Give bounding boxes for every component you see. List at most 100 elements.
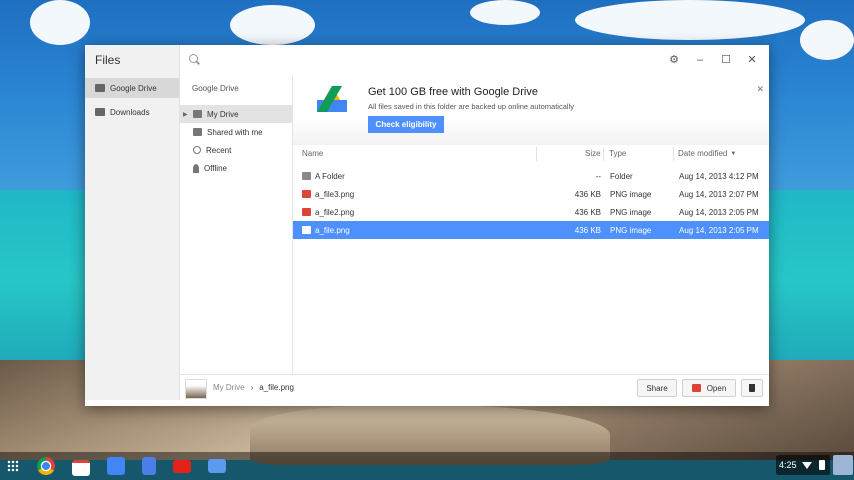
sort-descending-icon: ▼ <box>730 150 737 157</box>
youtube-icon[interactable] <box>173 460 191 473</box>
drive-welcome-banner: Get 100 GB free with Google Drive All fi… <box>293 75 769 145</box>
google-search-icon[interactable] <box>107 457 125 475</box>
minimize-icon[interactable]: – <box>692 52 708 68</box>
chrome-icon[interactable] <box>37 457 55 475</box>
image-icon <box>302 208 311 216</box>
file-list-pane: Get 100 GB free with Google Drive All fi… <box>293 75 769 374</box>
volume-sidebar: Files Google Drive Downloads <box>85 45 180 400</box>
shelf <box>0 452 854 480</box>
file-size: 436 KB <box>574 189 601 199</box>
tree-item-my-drive[interactable]: ▶ My Drive <box>180 105 292 123</box>
wallpaper-cloud <box>470 0 540 25</box>
banner-subtitle: All files saved in this folder are backe… <box>368 102 574 111</box>
file-type: PNG image <box>610 207 652 217</box>
app-title: Files <box>95 53 121 67</box>
file-name-cell: A Folder <box>302 167 532 185</box>
tree-item-label: Recent <box>206 145 232 155</box>
column-header-name[interactable]: Name <box>302 145 323 162</box>
wallpaper-cloud <box>800 20 854 60</box>
sidebar-item-label: Google Drive <box>110 83 157 93</box>
column-divider <box>536 147 537 161</box>
sidebar-item-downloads[interactable]: Downloads <box>85 102 179 122</box>
sidebar-item-label: Downloads <box>110 107 150 117</box>
column-header-size[interactable]: Size <box>585 145 601 162</box>
image-icon <box>302 226 311 234</box>
clock: 4:25 <box>779 460 797 470</box>
sidebar-item-google-drive[interactable]: Google Drive <box>85 78 179 98</box>
share-button[interactable]: Share <box>637 379 677 397</box>
banner-title: Get 100 GB free with Google Drive <box>368 86 538 98</box>
file-date: Aug 14, 2013 2:07 PM <box>679 189 759 199</box>
tree-item-label: My Drive <box>207 109 239 119</box>
file-size: 436 KB <box>574 207 601 217</box>
close-icon[interactable]: ✕ <box>756 84 764 95</box>
docs-icon[interactable] <box>142 457 156 475</box>
file-thumbnail <box>185 379 207 399</box>
files-icon[interactable] <box>208 459 226 473</box>
file-type: PNG image <box>610 189 652 199</box>
file-name: a_file.png <box>315 225 350 235</box>
drive-icon <box>193 110 202 118</box>
battery-icon <box>819 460 825 470</box>
avatar[interactable] <box>833 455 853 475</box>
clock-icon <box>193 146 201 154</box>
close-icon[interactable]: ✕ <box>744 52 760 68</box>
search-input[interactable] <box>204 52 508 70</box>
tree-item-offline[interactable]: Offline <box>180 159 292 177</box>
file-size: -- <box>595 171 601 181</box>
search-icon <box>189 54 198 63</box>
status-tray[interactable]: 4:25 <box>776 455 830 475</box>
open-button[interactable]: Open <box>682 379 736 397</box>
chevron-right-icon[interactable]: ▶ <box>183 111 189 118</box>
file-row-selected[interactable]: a_file.png 436 KB PNG image Aug 14, 2013… <box>293 221 769 239</box>
folder-icon <box>302 172 311 180</box>
file-row[interactable]: a_file2.png 436 KB PNG image Aug 14, 201… <box>293 203 769 221</box>
file-type: PNG image <box>610 225 652 235</box>
google-drive-logo-icon <box>317 86 347 112</box>
files-window: Files Google Drive Downloads ⚙ – ☐ ✕ Goo… <box>85 45 769 406</box>
breadcrumb-item[interactable]: a_file.png <box>259 383 294 392</box>
file-type: Folder <box>610 171 633 181</box>
people-icon <box>193 128 202 136</box>
tree-item-label: Offline <box>204 163 227 173</box>
maximize-icon[interactable]: ☐ <box>718 52 734 68</box>
file-size: 436 KB <box>574 225 601 235</box>
column-divider <box>673 147 674 161</box>
gmail-icon[interactable] <box>72 460 90 476</box>
downloads-icon <box>95 108 105 116</box>
image-icon <box>691 384 701 392</box>
tree-header: Google Drive <box>192 84 239 93</box>
gear-icon[interactable]: ⚙ <box>666 52 682 68</box>
column-header-type[interactable]: Type <box>609 145 626 162</box>
bottom-action-bar: My Drive › a_file.png Share Open <box>180 374 769 401</box>
file-name: a_file3.png <box>315 189 355 199</box>
wallpaper-cloud <box>30 0 90 45</box>
tree-item-shared-with-me[interactable]: Shared with me <box>180 123 292 141</box>
check-eligibility-button[interactable]: Check eligibility <box>368 116 444 133</box>
file-row[interactable]: A Folder -- Folder Aug 14, 2013 4:12 PM <box>293 167 769 185</box>
file-name-cell: a_file3.png <box>302 185 532 203</box>
wallpaper-cloud <box>575 0 805 40</box>
file-name: a_file2.png <box>315 207 355 217</box>
column-divider <box>603 147 604 161</box>
breadcrumb-item[interactable]: My Drive <box>213 383 245 392</box>
column-header-label: Date modified <box>678 149 728 158</box>
file-date: Aug 14, 2013 4:12 PM <box>679 171 759 181</box>
file-name-cell: a_file.png <box>302 221 532 239</box>
file-name-cell: a_file2.png <box>302 203 532 221</box>
file-row[interactable]: a_file3.png 436 KB PNG image Aug 14, 201… <box>293 185 769 203</box>
file-date: Aug 14, 2013 2:05 PM <box>679 225 759 235</box>
breadcrumb: My Drive › a_file.png <box>213 383 294 392</box>
image-icon <box>302 190 311 198</box>
delete-button[interactable] <box>741 379 763 397</box>
tree-item-recent[interactable]: Recent <box>180 141 292 159</box>
app-launcher-icon[interactable] <box>7 460 19 472</box>
column-header-date[interactable]: Date modified ▼ <box>678 145 736 162</box>
file-name: A Folder <box>315 171 345 181</box>
tree-item-label: Shared with me <box>207 127 263 137</box>
trash-icon <box>749 384 755 392</box>
pin-icon <box>193 163 199 173</box>
directory-tree: Google Drive ▶ My Drive Shared with me R… <box>180 75 293 374</box>
chevron-right-icon: › <box>250 383 254 392</box>
drive-icon <box>95 84 105 92</box>
